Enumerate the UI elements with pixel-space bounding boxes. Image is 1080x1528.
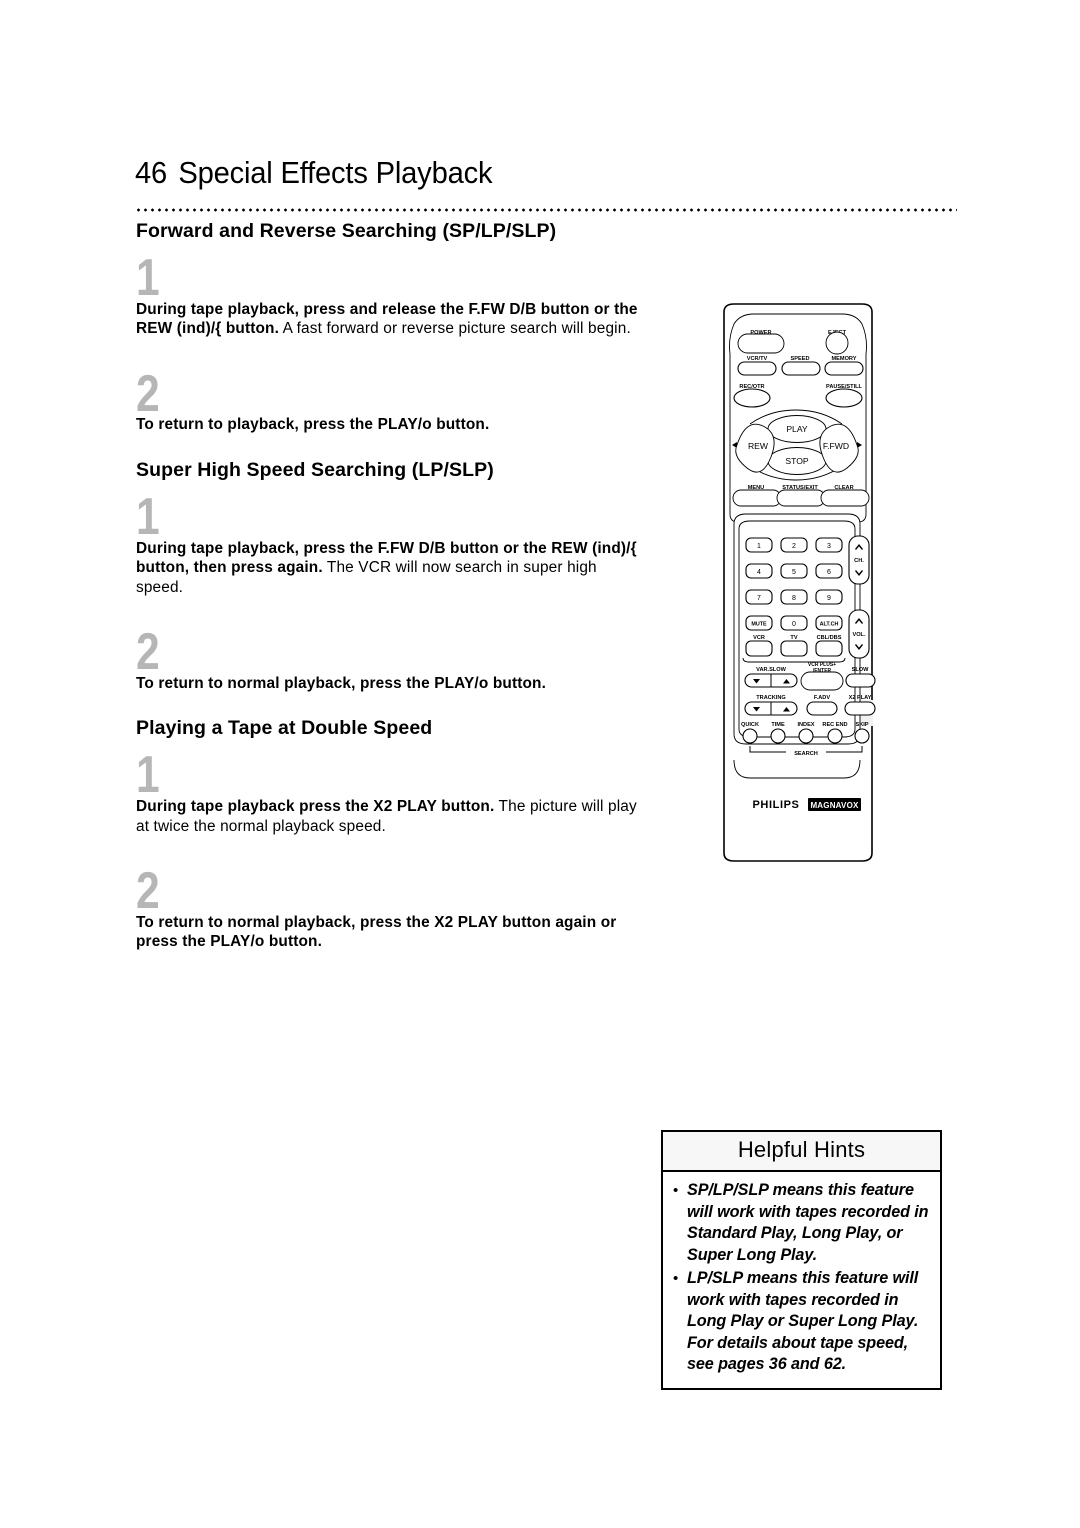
step-number: 2 — [136, 862, 160, 921]
helpful-hints-box: Helpful Hints • SP/LP/SLP means this fea… — [661, 1130, 942, 1390]
speed-label: SPEED — [791, 356, 810, 362]
step-text: To return to normal playback, press the … — [136, 913, 646, 952]
step-number: 2 — [136, 364, 160, 423]
rec-end-label: REC END — [822, 722, 847, 728]
vcr-button[interactable] — [745, 640, 773, 657]
quick-button[interactable] — [742, 728, 758, 744]
tv-label: TV — [790, 635, 797, 641]
step-item: 2 To return to normal playback, press th… — [136, 862, 656, 952]
step-item: 2 To return to playback, press the PLAY/… — [136, 364, 656, 435]
mute-label: MUTE — [751, 622, 767, 628]
tv-button[interactable] — [780, 640, 808, 657]
step-text: During tape playback, press the F.FW D/B… — [136, 539, 646, 598]
page-number: 46 — [135, 155, 168, 190]
page-title-text: Special Effects Playback — [178, 155, 493, 190]
keypad-label-4: 4 — [757, 569, 761, 576]
step-text-bold: During tape playback press the X2 PLAY b… — [136, 798, 495, 816]
skip-button[interactable] — [854, 728, 870, 744]
keypad-label-2: 2 — [792, 543, 796, 550]
vol-label: VOL. — [852, 632, 865, 638]
section-heading-playing-tape-double-speed: Playing a Tape at Double Speed — [136, 717, 433, 740]
magnavox-brand-label: MAGNAVOX — [810, 801, 859, 810]
step-text-bold: To return to normal playback, press the … — [136, 674, 547, 692]
helpful-hints-title-bar: Helpful Hints — [663, 1132, 940, 1172]
step-text-bold: To return to playback, press the PLAY/o … — [136, 416, 490, 434]
remote-control-illustration: POWER EJECT VCR/TV SPEED MEMORY REC/OTR … — [690, 300, 905, 865]
vcr-tv-label: VCR/TV — [747, 356, 768, 362]
keypad-label-1: 1 — [757, 543, 761, 550]
stop-label: STOP — [785, 456, 809, 466]
index-button[interactable] — [798, 728, 814, 744]
instructions-column: Forward and Reverse Searching (SP/LP/SLP… — [136, 220, 656, 952]
tracking-label: TRACKING — [756, 695, 786, 701]
section-heading-forward-reverse-searching: Forward and Reverse Searching (SP/LP/SLP… — [136, 220, 557, 242]
step-text-bold: To return to normal playback, press the … — [136, 913, 617, 951]
step-item: 2 To return to normal playback, press th… — [136, 623, 656, 694]
x2-play-button[interactable] — [844, 701, 876, 716]
bullet-icon: • — [673, 1270, 679, 1288]
skip-label: SKIP — [855, 722, 868, 728]
rew-label: REW — [748, 441, 769, 451]
bullet-icon: • — [673, 1182, 679, 1199]
step-text: To return to normal playback, press the … — [136, 674, 646, 694]
step-item: 1 During tape playback, press the F.FW D… — [136, 487, 656, 598]
vcr-label: VCR — [753, 635, 765, 641]
x2-play-label: X2 PLAY — [849, 695, 872, 701]
keypad-label-0: 0 — [792, 621, 796, 628]
step-text: To return to playback, press the PLAY/o … — [136, 415, 646, 435]
rec-end-button[interactable] — [827, 728, 843, 744]
memory-label: MEMORY — [832, 356, 857, 362]
cbl-dbs-label: CBL/DBS — [817, 635, 842, 641]
keypad-label-8: 8 — [792, 595, 796, 602]
keypad-label-3: 3 — [827, 543, 831, 550]
ffwd-label: F.FWD — [823, 441, 849, 451]
keypad-label-9: 9 — [827, 595, 831, 602]
hint-list-item: • LP/SLP means this feature will work wi… — [673, 1268, 936, 1376]
alt-ch-label: ALT.CH — [820, 622, 839, 628]
step-item: 1 During tape playback, press and releas… — [136, 249, 656, 339]
f-adv-label: F.ADV — [814, 695, 830, 701]
step-text-normal: A fast forward or reverse picture search… — [279, 320, 631, 338]
step-number: 2 — [136, 623, 160, 682]
page-title: 46 Special Effects Playback — [135, 155, 906, 191]
step-text: During tape playback press the X2 PLAY b… — [136, 797, 646, 836]
search-label: SEARCH — [794, 751, 818, 757]
keypad-label-7: 7 — [757, 595, 761, 602]
keypad-label-5: 5 — [792, 569, 796, 576]
step-number: 1 — [136, 487, 160, 546]
helpful-hints-body: • SP/LP/SLP means this feature will work… — [663, 1172, 940, 1388]
vcr-tv-button[interactable] — [737, 361, 777, 376]
keypad-label-6: 6 — [827, 569, 831, 576]
index-label: INDEX — [797, 722, 814, 728]
speed-button[interactable] — [781, 361, 821, 376]
step-number: 1 — [136, 746, 160, 805]
step-item: 1 During tape playback press the X2 PLAY… — [136, 746, 656, 836]
helpful-hints-title: Helpful Hints — [737, 1137, 866, 1162]
header-dotted-rule — [135, 208, 957, 212]
hint-list-item: • SP/LP/SLP means this feature will work… — [673, 1180, 936, 1266]
slow-label: SLOW — [852, 667, 869, 673]
section-heading-super-high-speed-searching: Super High Speed Searching (LP/SLP) — [136, 458, 494, 481]
hint-text: LP/SLP means this feature will work with… — [687, 1269, 919, 1374]
step-text: During tape playback, press and release … — [136, 300, 646, 339]
var-slow-label: VAR.SLOW — [756, 667, 786, 673]
philips-brand-label: PHILIPS — [753, 799, 800, 811]
ch-label: CH. — [854, 558, 864, 564]
step-number: 1 — [136, 249, 160, 307]
slow-button[interactable] — [845, 673, 876, 688]
f-adv-button[interactable] — [806, 701, 838, 716]
page-header: 46 Special Effects Playback — [135, 155, 955, 191]
time-label: TIME — [771, 722, 785, 728]
time-button[interactable] — [770, 728, 786, 744]
memory-button[interactable] — [824, 361, 864, 376]
hint-text: SP/LP/SLP means this feature will work w… — [687, 1181, 929, 1264]
cbl-dbs-button[interactable] — [815, 640, 843, 657]
quick-label: QUICK — [741, 722, 759, 728]
play-label: PLAY — [786, 424, 808, 434]
rec-otr-button[interactable] — [733, 388, 771, 408]
pause-still-button[interactable] — [825, 388, 863, 408]
